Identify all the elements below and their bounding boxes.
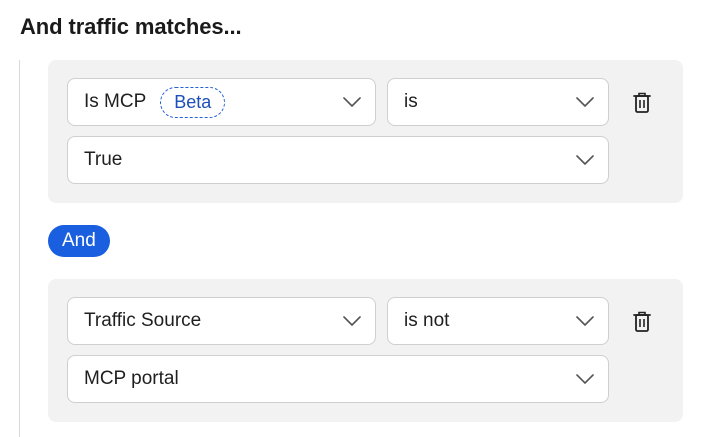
field-select-value: Is MCP [84, 91, 147, 112]
field-select-value: Traffic Source [84, 310, 202, 331]
condition-card: Traffic Source is not MCP portal [48, 279, 683, 422]
value-select[interactable]: MCP portal [67, 355, 609, 403]
value-select[interactable]: True [67, 136, 609, 184]
condition-card: Is MCP Beta is True [48, 60, 683, 203]
field-select[interactable]: Traffic Source [67, 297, 376, 345]
operator-select[interactable]: is not [387, 297, 609, 345]
chevron-down-icon [576, 155, 594, 165]
and-connector-button[interactable]: And [48, 225, 110, 257]
value-select-value: MCP portal [84, 368, 179, 389]
value-select-value: True [84, 149, 123, 170]
chevron-down-icon [576, 97, 594, 107]
operator-select-value: is not [404, 310, 450, 331]
chevron-down-icon [343, 97, 361, 107]
beta-badge: Beta [160, 86, 226, 118]
chevron-down-icon [576, 316, 594, 326]
field-select[interactable]: Is MCP Beta [67, 78, 376, 126]
trash-icon[interactable] [631, 310, 653, 334]
chevron-down-icon [576, 374, 594, 384]
operator-select[interactable]: is [387, 78, 609, 126]
section-heading: And traffic matches... [20, 14, 242, 39]
chevron-down-icon [343, 316, 361, 326]
operator-select-value: is [404, 91, 418, 112]
group-divider-line [19, 60, 20, 437]
trash-icon[interactable] [631, 91, 653, 115]
